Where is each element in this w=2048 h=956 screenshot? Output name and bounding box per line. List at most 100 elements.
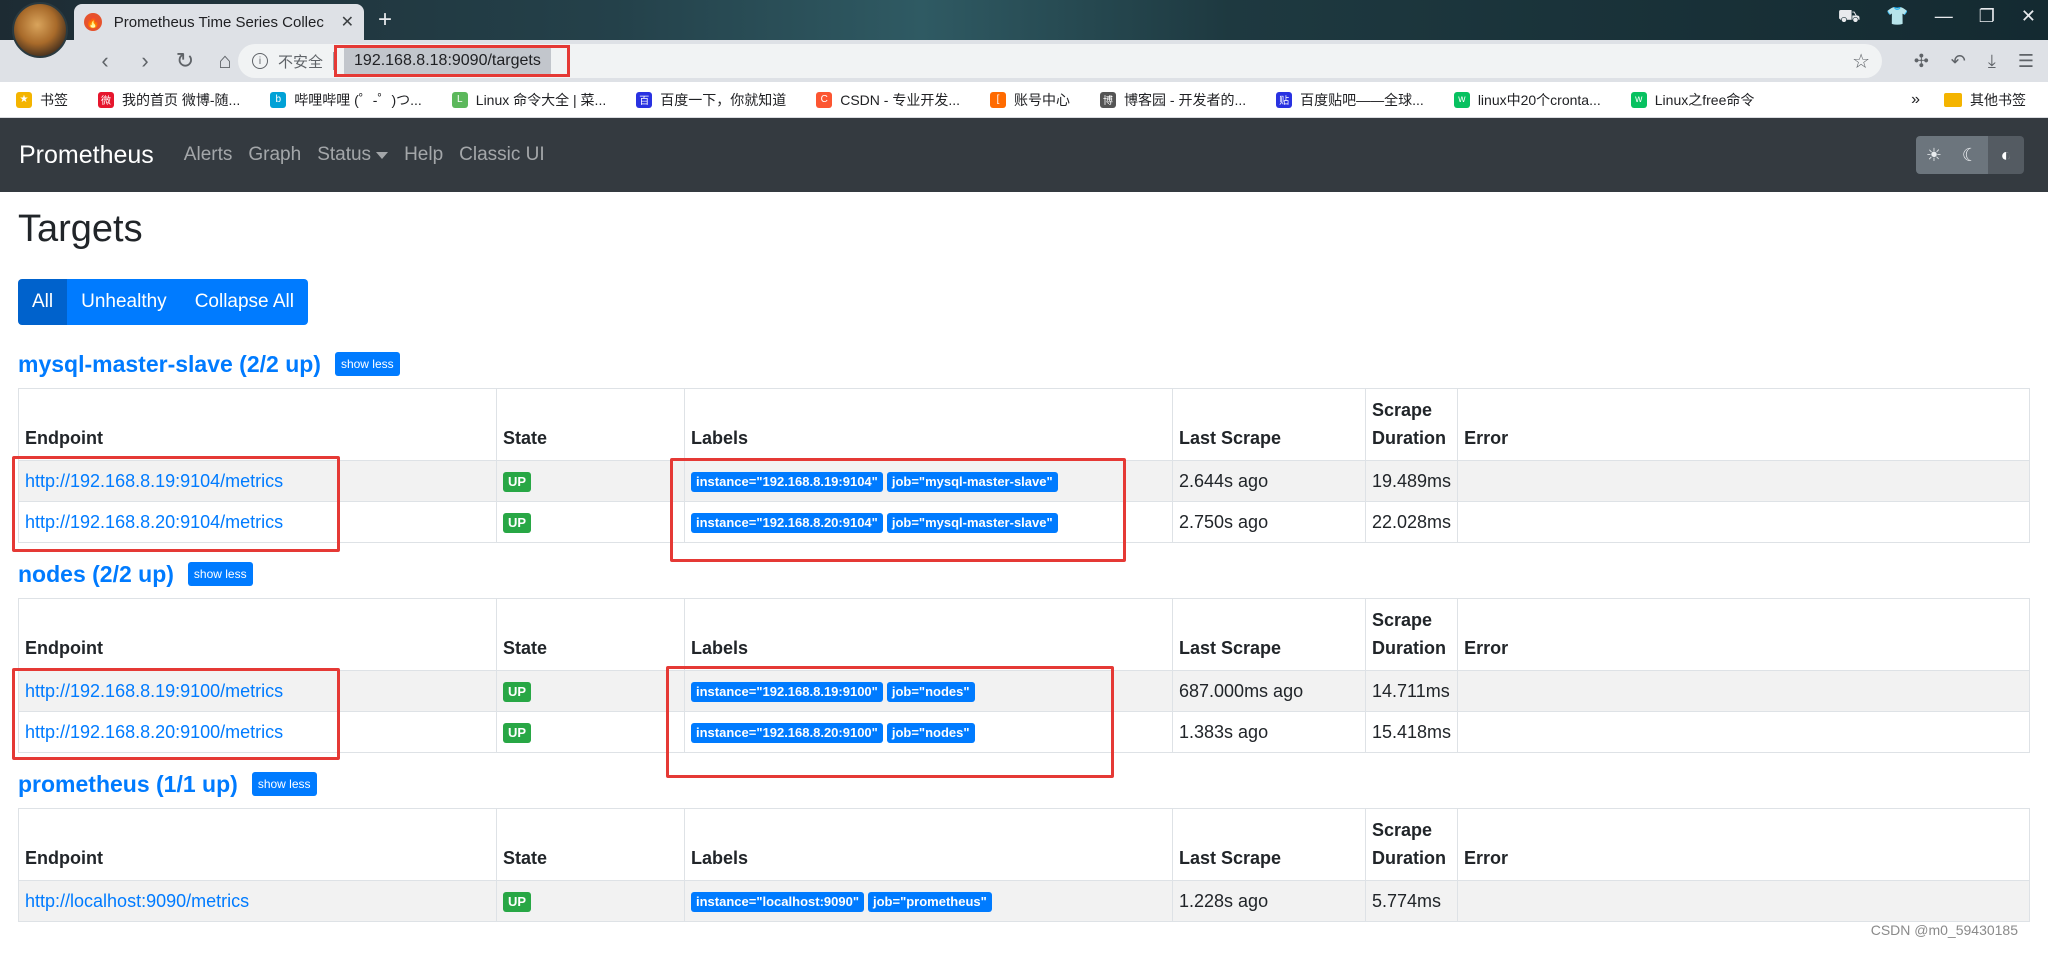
state-badge: UP [503,513,532,533]
bookmark-label: 百度一下，你就知道 [660,91,787,108]
other-bookmarks-folder[interactable]: 其他书签 [1970,90,2026,110]
restore-icon[interactable]: ❐ [1979,6,1995,30]
minimize-icon[interactable]: — [1935,6,1953,30]
bookmark-item[interactable]: [账号中心 [990,90,1070,110]
tab-close-icon[interactable]: ✕ [341,12,354,32]
forward-icon[interactable]: › [128,48,162,74]
labels-cell: instance="192.168.8.20:9100" job="nodes" [684,711,1173,753]
bookmark-item[interactable]: 博博客园 - 开发者的... [1100,90,1246,110]
extension-shirt-icon[interactable]: 👕 [1886,6,1908,30]
endpoint-link[interactable]: http://192.168.8.19:9104/metrics [25,471,283,491]
bookmark-item[interactable]: 微我的首页 微博-随... [98,90,240,110]
browser-tab[interactable]: 🔥 Prometheus Time Series Collec ✕ [74,4,364,40]
label-badge: instance="192.168.8.20:9104" [691,513,883,533]
col-endpoint: Endpoint [18,388,497,461]
endpoint-cell: http://192.168.8.19:9104/metrics [18,460,497,502]
bookmark-favicon-icon: b [270,91,287,108]
close-window-icon[interactable]: ✕ [2021,6,2036,30]
bookmark-item[interactable]: b 哔哩哔哩 (゜-゜)つ... [270,90,422,110]
nav-help[interactable]: Help [404,144,443,166]
show-less-button[interactable]: show less [251,772,317,796]
reload-icon[interactable]: ↻ [168,48,202,74]
browser-toolbar: ‹ › ↻ ⌂ i 不安全 192.168.8.18:9090/targets … [0,40,2048,82]
col-labels: Labels [684,598,1173,671]
col-scrape-duration: Scrape Duration [1364,598,1459,671]
show-less-button[interactable]: show less [334,352,400,376]
new-tab-button[interactable]: + [378,6,392,34]
labels-cell: instance="192.168.8.19:9100" job="nodes" [684,670,1173,712]
auto-theme-contrast-icon[interactable]: ◐ [1988,136,2024,174]
endpoint-link[interactable]: http://192.168.8.20:9104/metrics [25,512,283,532]
targets-table: Endpoint State Labels Last Scrape Scrape Dura… [18,598,2030,753]
col-scrape-duration-line1: Scrape [1372,610,1433,630]
nav-classic-ui[interactable]: Classic UI [459,144,545,166]
light-theme-sun-icon[interactable]: ☀ [1916,136,1952,174]
last-scrape-cell: 687.000ms ago [1172,670,1366,712]
history-back-icon[interactable]: ↶ [1951,51,1966,72]
endpoint-link[interactable]: http://192.168.8.19:9100/metrics [25,681,283,701]
table-row: http://192.168.8.19:9104/metrics UP instan… [18,460,2030,502]
bookmark-item[interactable]: C CSDN - 专业开发... [816,90,960,110]
bookmark-item[interactable]: w linux中20个cronta... [1453,90,1601,110]
bookmark-item[interactable]: 百百度一下，你就知道 [636,90,786,110]
col-labels: Labels [684,808,1173,881]
brand-logo-text[interactable]: Prometheus [19,141,154,170]
error-cell [1457,460,2030,502]
state-badge: UP [503,723,532,743]
bookmark-star-icon[interactable]: ☆ [1852,49,1870,74]
profile-icon[interactable]: ⛟ [1838,6,1861,30]
table-header-row: Endpoint State Labels Last Scrape Scrape Dura… [18,388,2030,461]
menu-icon[interactable]: ☰ [2018,51,2034,72]
pool-title-link[interactable]: prometheus (1/1 up) [18,771,238,798]
extensions-icon[interactable]: ✣ [1914,51,1929,72]
last-scrape-cell: 1.383s ago [1172,711,1366,753]
download-icon[interactable]: ⤓ [1988,51,1996,72]
home-icon[interactable]: ⌂ [208,48,242,74]
toolbar-actions: ✣ ↶ ⤓ ☰ [1914,40,2034,82]
filter-unhealthy-button[interactable]: Unhealthy [67,279,181,325]
col-scrape-duration-line1: Scrape [1372,820,1433,840]
bookmark-label: CSDN - 专业开发... [840,91,961,108]
bookmark-item[interactable]: ★ 书签 [16,90,68,110]
endpoint-cell: http://192.168.8.20:9104/metrics [18,501,497,543]
table-header-row: Endpoint State Labels Last Scrape Scrape Dura… [18,808,2030,881]
pool-title-link[interactable]: mysql-master-slave (2/2 up) [18,351,321,378]
pool-title-link[interactable]: nodes (2/2 up) [18,561,174,588]
bookmark-item[interactable]: w Linux之free命令 [1630,90,1754,110]
labels-cell: instance="192.168.8.19:9104" job="mysql-m… [684,460,1173,502]
dark-theme-moon-icon[interactable]: ☾ [1952,136,1988,174]
col-state: State [496,388,685,461]
nav-alerts[interactable]: Alerts [184,144,233,166]
bookmark-favicon-icon: 博 [1100,91,1117,108]
bookmark-item[interactable]: L Linux 命令大全 | 菜... [451,90,606,110]
col-scrape-duration-line2: Duration [1372,848,1446,868]
endpoint-link[interactable]: http://localhost:9090/metrics [25,891,249,911]
last-scrape-cell: 2.644s ago [1172,460,1366,502]
nav-graph[interactable]: Graph [248,144,301,166]
col-last-scrape: Last Scrape [1172,388,1366,461]
label-badge: job="prometheus" [867,892,992,912]
bookmark-favicon-icon: C [816,91,833,108]
labels-cell: instance="localhost:9090" job="prometheus… [684,880,1173,922]
user-avatar[interactable] [12,2,68,58]
bookmark-item[interactable]: 贴百度贴吧——全球... [1276,90,1424,110]
collapse-all-button[interactable]: Collapse All [180,279,308,325]
state-cell: UP [496,460,685,502]
col-scrape-duration: Scrape Duration [1364,388,1459,461]
bookmark-favicon-icon: [ [990,91,1007,108]
info-icon[interactable]: i [252,53,268,69]
label-badge: instance="192.168.8.20:9100" [691,723,883,743]
target-filter-group: All Unhealthy Collapse All [18,279,308,325]
endpoint-link[interactable]: http://192.168.8.20:9100/metrics [25,722,283,742]
label-badge: instance="192.168.8.19:9104" [691,472,883,492]
col-error: Error [1457,598,2030,671]
more-bookmarks-icon[interactable]: » [1911,91,1920,109]
folder-icon [1944,93,1962,107]
filter-all-button[interactable]: All [18,279,68,325]
show-less-button[interactable]: show less [187,562,253,586]
back-icon[interactable]: ‹ [88,48,122,74]
page-title: Targets [18,208,143,250]
nav-status-dropdown[interactable]: Status [317,144,389,166]
url-highlight-box [334,45,570,77]
col-scrape-duration-line2: Duration [1372,428,1446,448]
